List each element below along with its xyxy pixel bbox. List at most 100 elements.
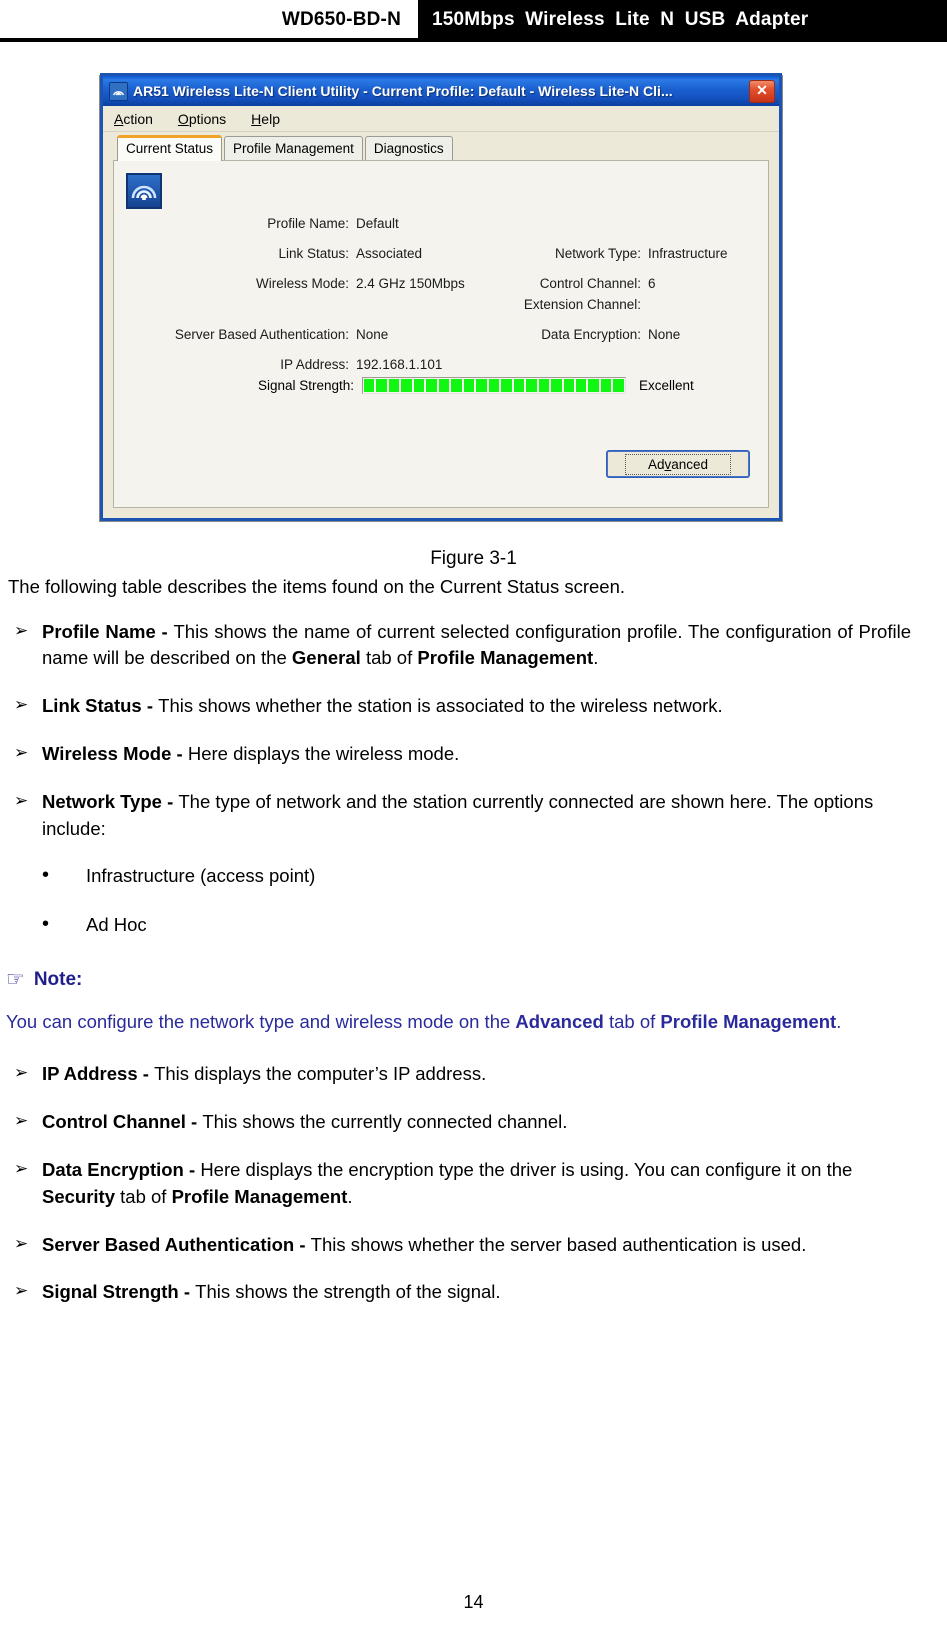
label-profile-name: Profile Name: (267, 216, 349, 231)
wireless-signal-icon (109, 81, 128, 101)
label-control-channel: Control Channel: (539, 276, 641, 291)
field-row-extension-channel: Extension Channel: (114, 297, 768, 312)
value-signal-quality: Excellent (639, 378, 694, 393)
bullet-body-1: Here displays the encryption type the dr… (200, 1159, 853, 1180)
field-profile-name: Profile Name: Default (114, 216, 506, 231)
field-row-extension-left (114, 297, 506, 312)
signal-segment (376, 379, 387, 392)
bullet-text: Data Encryption - Here displays the encr… (42, 1157, 911, 1211)
signal-segment (613, 379, 624, 392)
menu-rest-options: ptions (188, 110, 227, 127)
status-fields: Profile Name: Default Link Status: Assoc… (114, 216, 768, 387)
field-wireless-mode: Wireless Mode: 2.4 GHz 150Mbps (114, 276, 506, 291)
signal-segment (488, 379, 500, 392)
field-network-type: Network Type: Infrastructure (506, 246, 768, 261)
app-wireless-icon (126, 173, 162, 209)
bullet-term: Link Status - (42, 695, 159, 717)
menu-item-action[interactable]: Action (112, 110, 155, 128)
signal-segment (438, 379, 450, 392)
note-text-3: . (836, 1011, 842, 1032)
window-title-text: AR51 Wireless Lite-N Client Utility - Cu… (133, 83, 673, 99)
label-signal-strength: Signal Strength: (257, 378, 354, 393)
note-text-2: tab of (603, 1011, 661, 1032)
bullet-body-1: Here displays the wireless mode. (187, 742, 460, 764)
signal-segment (600, 379, 612, 392)
intro-paragraph: The following table describes the items … (8, 576, 626, 597)
field-extension-channel: Extension Channel: (506, 297, 768, 312)
value-network-type: Infrastructure (648, 246, 728, 261)
value-control-channel: 6 (648, 276, 656, 291)
signal-segment (526, 379, 537, 392)
bullet-bold-1: Security (42, 1185, 116, 1207)
bullet-text: Network Type - The type of network and t… (42, 789, 911, 843)
signal-segment (538, 379, 550, 392)
sub-bullet-text: Ad Hoc (86, 914, 147, 936)
list-item: ➢ Data Encryption - Here displays the en… (6, 1157, 911, 1211)
label-wireless-mode: Wireless Mode: (255, 276, 349, 291)
bullet-bold-1: General (291, 647, 361, 669)
tab-diagnostics[interactable]: Diagnostics (364, 136, 453, 161)
bullet-marker-icon: ➢ (14, 1063, 29, 1083)
bullet-term: Network Type - (42, 790, 179, 812)
bullet-marker-icon: ➢ (14, 790, 29, 810)
sub-bullet-text: Infrastructure (access point) (86, 865, 316, 887)
document-body: The following table describes the items … (0, 576, 947, 1327)
menu-item-options[interactable]: Options (176, 110, 228, 128)
tab-current-status[interactable]: Current Status (117, 135, 223, 161)
signal-segment (513, 379, 525, 392)
field-row-server-auth: Server Based Authentication: None Data E… (114, 327, 768, 342)
label-network-type: Network Type: (554, 246, 641, 261)
bullet-marker-icon: ➢ (14, 695, 29, 715)
bullet-text: Signal Strength - This shows the strengt… (42, 1279, 911, 1306)
bullet-text: Control Channel - This shows the current… (42, 1109, 911, 1136)
header-model-block: WD650-BD-N (0, 0, 415, 40)
signal-strength-row: Signal Strength: Excellent (114, 377, 768, 394)
note-heading: ☞ Note: (6, 969, 911, 990)
label-ip-address: IP Address: (280, 357, 349, 372)
label-server-based-authentication: Server Based Authentication: (174, 327, 349, 342)
list-item: ➢ Link Status - This shows whether the s… (6, 693, 911, 720)
page-header: WD650-BD-N 150Mbps Wireless Lite N USB A… (0, 0, 947, 40)
bullet-body-1: This shows whether the station is associ… (158, 695, 723, 717)
bullet-body-1: This shows whether the server based auth… (310, 1233, 807, 1255)
bullet-term: Data Encryption - (42, 1159, 201, 1180)
advanced-button[interactable]: Advanced (607, 451, 749, 477)
field-row-profile-name: Profile Name: Default (114, 216, 768, 231)
field-row-link-status: Link Status: Associated Network Type: In… (114, 246, 768, 261)
value-profile-name: Default (356, 216, 399, 231)
field-ip-address: IP Address: 192.168.1.101 (114, 357, 506, 372)
current-status-panel: Profile Name: Default Link Status: Assoc… (113, 160, 769, 508)
tabstrip: Current Status Profile Management Diagno… (103, 132, 779, 161)
list-item: ➢ Network Type - The type of network and… (6, 789, 911, 843)
value-server-based-authentication: None (356, 327, 389, 342)
bullet-marker-icon: ➢ (14, 1233, 29, 1253)
label-data-encryption: Data Encryption: (541, 327, 641, 342)
bullet-term: IP Address - (42, 1063, 155, 1085)
header-product-text: 150Mbps Wireless Lite N USB Adapter (432, 9, 809, 30)
header-model-text: WD650-BD-N (281, 9, 401, 30)
label-link-status: Link Status: (278, 246, 349, 261)
window-titlebar: AR51 Wireless Lite-N Client Utility - Cu… (100, 73, 782, 106)
bullet-body-3: . (347, 1185, 353, 1207)
list-item: ➢ Profile Name - This shows the name of … (6, 619, 911, 673)
bullet-term: Server Based Authentication - (42, 1233, 311, 1255)
bullet-body-1: This shows the currently connected chann… (202, 1111, 568, 1133)
advanced-label-post: anced (671, 456, 709, 472)
menu-rest-action: ction (123, 110, 153, 127)
signal-segment (463, 379, 475, 392)
close-icon[interactable]: ✕ (749, 79, 775, 103)
bullet-term: Profile Name - (42, 620, 174, 642)
client-utility-window: AR51 Wireless Lite-N Client Utility - Cu… (100, 73, 782, 521)
value-wireless-mode: 2.4 GHz 150Mbps (356, 276, 465, 291)
tab-profile-management[interactable]: Profile Management (224, 136, 363, 161)
bullet-marker-icon: ➢ (14, 1281, 29, 1301)
note-body: You can configure the network type and w… (6, 1008, 911, 1035)
note-bold-1: Advanced (515, 1011, 604, 1032)
bullet-body-3: . (593, 647, 599, 669)
bullet-text: Link Status - This shows whether the sta… (42, 693, 911, 720)
field-row-wireless-mode: Wireless Mode: 2.4 GHz 150Mbps Control C… (114, 276, 768, 291)
menu-item-help[interactable]: Help (249, 110, 282, 128)
list-item: ➢ Control Channel - This shows the curre… (6, 1109, 911, 1136)
menubar: Action Options Help (103, 106, 779, 132)
list-item: • Ad Hoc (6, 912, 911, 939)
